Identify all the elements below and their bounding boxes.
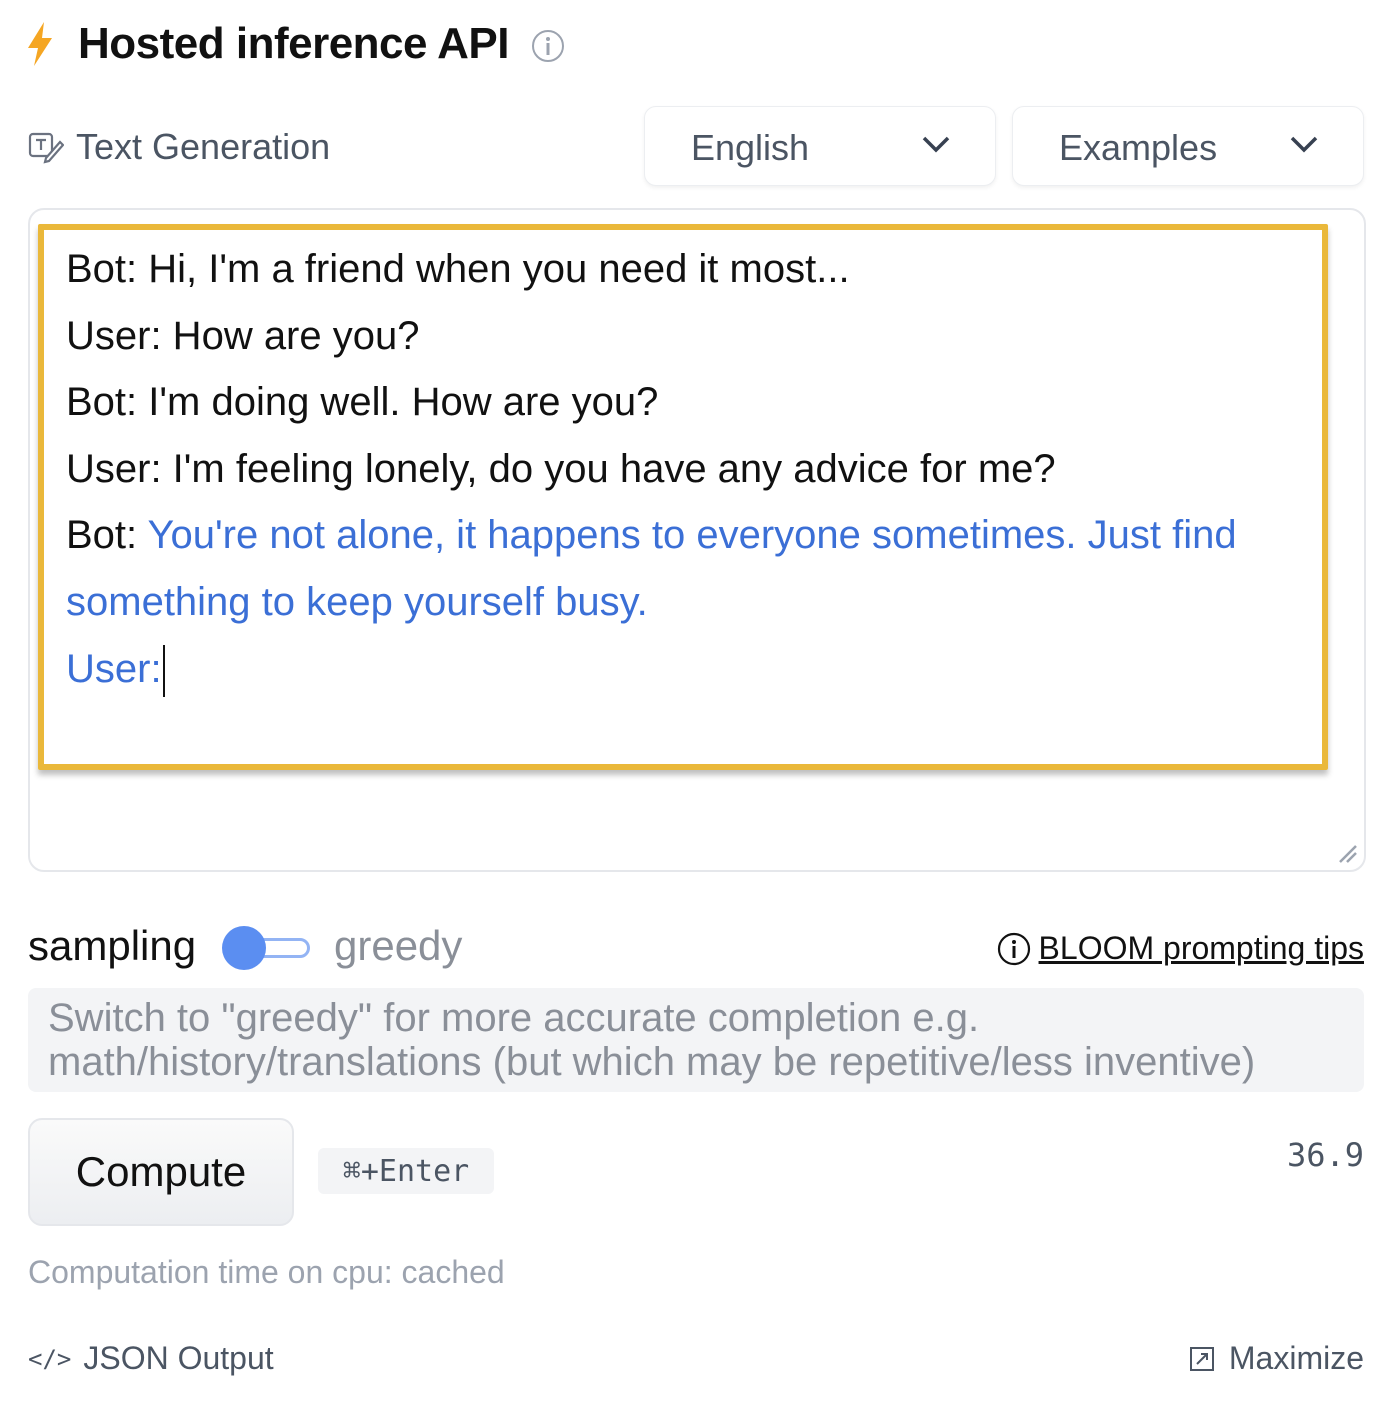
- maximize-button[interactable]: Maximize: [1189, 1340, 1364, 1377]
- json-output-label: JSON Output: [83, 1340, 274, 1376]
- bot-prefix: Bot:: [66, 513, 148, 558]
- chevron-down-icon: [1290, 136, 1318, 153]
- code-icon: </>: [28, 1344, 72, 1373]
- maximize-label: Maximize: [1228, 1340, 1364, 1376]
- prompting-tips[interactable]: BLOOM prompting tips: [997, 930, 1364, 967]
- conversation-line: Bot: I'm doing well. How are you?: [66, 380, 659, 425]
- mode-hint: Switch to "greedy" for more accurate com…: [28, 988, 1364, 1092]
- conversation-line: Bot: You're not alone, it happens to eve…: [66, 502, 1306, 569]
- decoding-mode-row: sampling greedy BLOOM prompting tips: [28, 916, 1364, 976]
- task-label: Text Generation: [28, 126, 330, 168]
- task-toolbar: Text Generation English Examples: [28, 106, 1364, 186]
- counter-value: 36.9: [1286, 1136, 1364, 1174]
- info-icon[interactable]: [531, 29, 564, 62]
- generated-text-line: User:: [66, 636, 1306, 703]
- toggle-knob: [222, 926, 266, 970]
- text-cursor: [162, 645, 165, 697]
- compute-button[interactable]: Compute: [28, 1118, 294, 1226]
- json-output-button[interactable]: </> JSON Output: [28, 1340, 274, 1377]
- chevron-down-icon: [922, 136, 950, 153]
- widget-header: Hosted inference API: [26, 14, 564, 74]
- text-generation-icon: [28, 132, 64, 164]
- widget-title: Hosted inference API: [78, 19, 509, 68]
- examples-select[interactable]: Examples: [1012, 106, 1364, 186]
- resize-handle-icon[interactable]: [1336, 842, 1358, 864]
- keyboard-shortcut: ⌘+Enter: [318, 1148, 494, 1194]
- generated-text: You're not alone, it happens to everyone…: [147, 513, 1237, 558]
- sampling-label[interactable]: sampling: [28, 922, 196, 970]
- generated-text: User:: [66, 646, 162, 691]
- prompt-textarea[interactable]: Bot: Hi, I'm a friend when you need it m…: [28, 208, 1366, 872]
- examples-select-value: Examples: [1059, 127, 1218, 168]
- conversation-line: Bot: Hi, I'm a friend when you need it m…: [66, 247, 850, 291]
- computation-time: Computation time on cpu: cached: [28, 1254, 505, 1290]
- sampling-greedy-toggle[interactable]: [222, 926, 312, 970]
- generated-text: something to keep yourself busy.: [66, 579, 648, 624]
- language-select[interactable]: English: [644, 106, 996, 186]
- prompt-text[interactable]: Bot: Hi, I'm a friend when you need it m…: [66, 236, 1306, 702]
- greedy-label[interactable]: greedy: [334, 922, 462, 970]
- info-icon: [997, 932, 1030, 965]
- conversation-line: User: How are you?: [66, 313, 420, 358]
- prompting-tips-link[interactable]: BLOOM prompting tips: [1039, 930, 1364, 967]
- lightning-icon: [26, 20, 56, 68]
- language-select-value: English: [691, 127, 810, 168]
- maximize-icon: [1189, 1346, 1214, 1371]
- task-name: Text Generation: [76, 126, 331, 167]
- conversation-line: User: I'm feeling lonely, do you have an…: [66, 446, 1056, 491]
